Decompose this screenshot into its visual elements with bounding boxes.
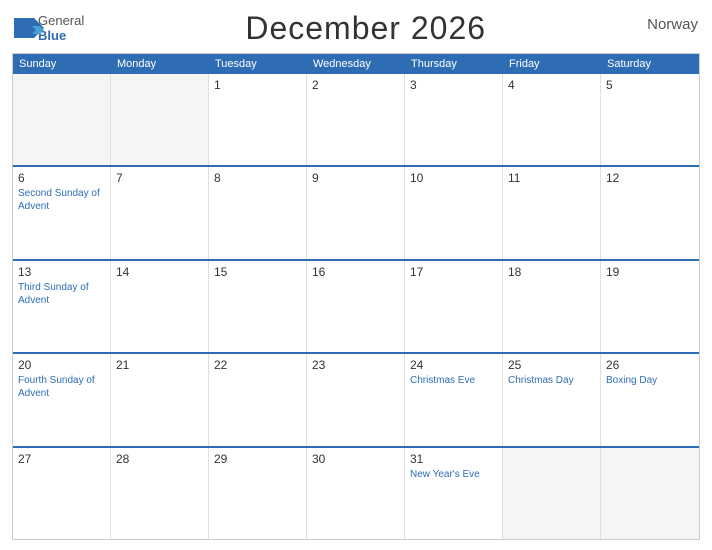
- day-number: 7: [116, 171, 203, 185]
- day-number: 27: [18, 452, 105, 466]
- day-cell: 3: [405, 74, 503, 165]
- day-cell: 30: [307, 448, 405, 539]
- day-number: 12: [606, 171, 694, 185]
- day-number: 2: [312, 78, 399, 92]
- event-text: New Year's Eve: [410, 468, 497, 481]
- event-text: Fourth Sunday of Advent: [18, 374, 105, 400]
- day-number: 17: [410, 265, 497, 279]
- day-number: 19: [606, 265, 694, 279]
- day-cell: 23: [307, 354, 405, 445]
- day-number: 26: [606, 358, 694, 372]
- day-cell: 14: [111, 261, 209, 352]
- day-header-wednesday: Wednesday: [307, 54, 405, 74]
- day-number: 4: [508, 78, 595, 92]
- day-cell: 13 Third Sunday of Advent: [13, 261, 111, 352]
- day-cell: 21: [111, 354, 209, 445]
- logo-general: General: [38, 14, 84, 28]
- day-header-monday: Monday: [111, 54, 209, 74]
- day-cell: 28: [111, 448, 209, 539]
- logo: General Blue: [14, 14, 84, 43]
- day-cell: [601, 448, 699, 539]
- logo-text: General Blue: [38, 14, 84, 43]
- calendar: SundayMondayTuesdayWednesdayThursdayFrid…: [12, 53, 700, 540]
- day-cell: 22: [209, 354, 307, 445]
- event-text: Christmas Day: [508, 374, 595, 387]
- month-title: December 2026: [245, 10, 486, 47]
- day-headers: SundayMondayTuesdayWednesdayThursdayFrid…: [13, 54, 699, 74]
- day-cell: 16: [307, 261, 405, 352]
- day-cell: 27: [13, 448, 111, 539]
- day-cell: 17: [405, 261, 503, 352]
- day-header-sunday: Sunday: [13, 54, 111, 74]
- day-number: 29: [214, 452, 301, 466]
- day-number: 30: [312, 452, 399, 466]
- week-row-4: 20 Fourth Sunday of Advent 21 22 23 24 Christm…: [13, 352, 699, 445]
- day-cell: 5: [601, 74, 699, 165]
- day-number: 6: [18, 171, 105, 185]
- day-header-tuesday: Tuesday: [209, 54, 307, 74]
- day-header-saturday: Saturday: [601, 54, 699, 74]
- week-row-1: 12345: [13, 74, 699, 165]
- weeks: 123456Second Sunday of Advent78910111213…: [13, 74, 699, 539]
- day-header-thursday: Thursday: [405, 54, 503, 74]
- day-cell: 31 New Year's Eve: [405, 448, 503, 539]
- day-number: 11: [508, 171, 595, 185]
- day-cell: 11: [503, 167, 601, 258]
- day-number: 15: [214, 265, 301, 279]
- week-row-3: 13 Third Sunday of Advent 14 15 16 17 18 19: [13, 259, 699, 352]
- day-number: 18: [508, 265, 595, 279]
- day-cell: 20 Fourth Sunday of Advent: [13, 354, 111, 445]
- day-number: 20: [18, 358, 105, 372]
- day-cell: 6 Second Sunday of Advent: [13, 167, 111, 258]
- event-text: Third Sunday of Advent: [18, 281, 105, 307]
- day-cell: 19: [601, 261, 699, 352]
- day-cell: 15: [209, 261, 307, 352]
- day-number: 8: [214, 171, 301, 185]
- week-row-5: 27 28 29 30 31 New Year's Eve: [13, 446, 699, 539]
- day-number: 3: [410, 78, 497, 92]
- event-text: Christmas Eve: [410, 374, 497, 387]
- day-cell: 10: [405, 167, 503, 258]
- event-text: Second Sunday of Advent: [18, 187, 105, 213]
- day-number: 28: [116, 452, 203, 466]
- day-number: 24: [410, 358, 497, 372]
- day-number: 1: [214, 78, 301, 92]
- day-number: 9: [312, 171, 399, 185]
- day-cell: 18: [503, 261, 601, 352]
- day-cell: 9: [307, 167, 405, 258]
- day-cell: 12: [601, 167, 699, 258]
- day-number: 22: [214, 358, 301, 372]
- day-number: 13: [18, 265, 105, 279]
- day-cell: 8: [209, 167, 307, 258]
- day-cell: 7: [111, 167, 209, 258]
- day-number: 23: [312, 358, 399, 372]
- day-cell: 2: [307, 74, 405, 165]
- day-cell: 4: [503, 74, 601, 165]
- day-cell: 26 Boxing Day: [601, 354, 699, 445]
- logo-blue: Blue: [38, 29, 84, 43]
- calendar-page: General Blue December 2026 Norway Sunday…: [0, 0, 712, 550]
- day-header-friday: Friday: [503, 54, 601, 74]
- country: Norway: [647, 16, 698, 33]
- day-number: 14: [116, 265, 203, 279]
- day-number: 16: [312, 265, 399, 279]
- day-cell: 24 Christmas Eve: [405, 354, 503, 445]
- day-number: 31: [410, 452, 497, 466]
- day-cell: 29: [209, 448, 307, 539]
- week-row-2: 6 Second Sunday of Advent 789 10 11 12: [13, 165, 699, 258]
- day-number: 10: [410, 171, 497, 185]
- day-cell: [503, 448, 601, 539]
- day-cell: [111, 74, 209, 165]
- day-number: 21: [116, 358, 203, 372]
- logo-icon: [14, 18, 36, 40]
- day-number: 25: [508, 358, 595, 372]
- header: General Blue December 2026 Norway: [12, 10, 700, 47]
- event-text: Boxing Day: [606, 374, 694, 387]
- day-cell: [13, 74, 111, 165]
- day-number: 5: [606, 78, 694, 92]
- day-cell: 25 Christmas Day: [503, 354, 601, 445]
- day-cell: 1: [209, 74, 307, 165]
